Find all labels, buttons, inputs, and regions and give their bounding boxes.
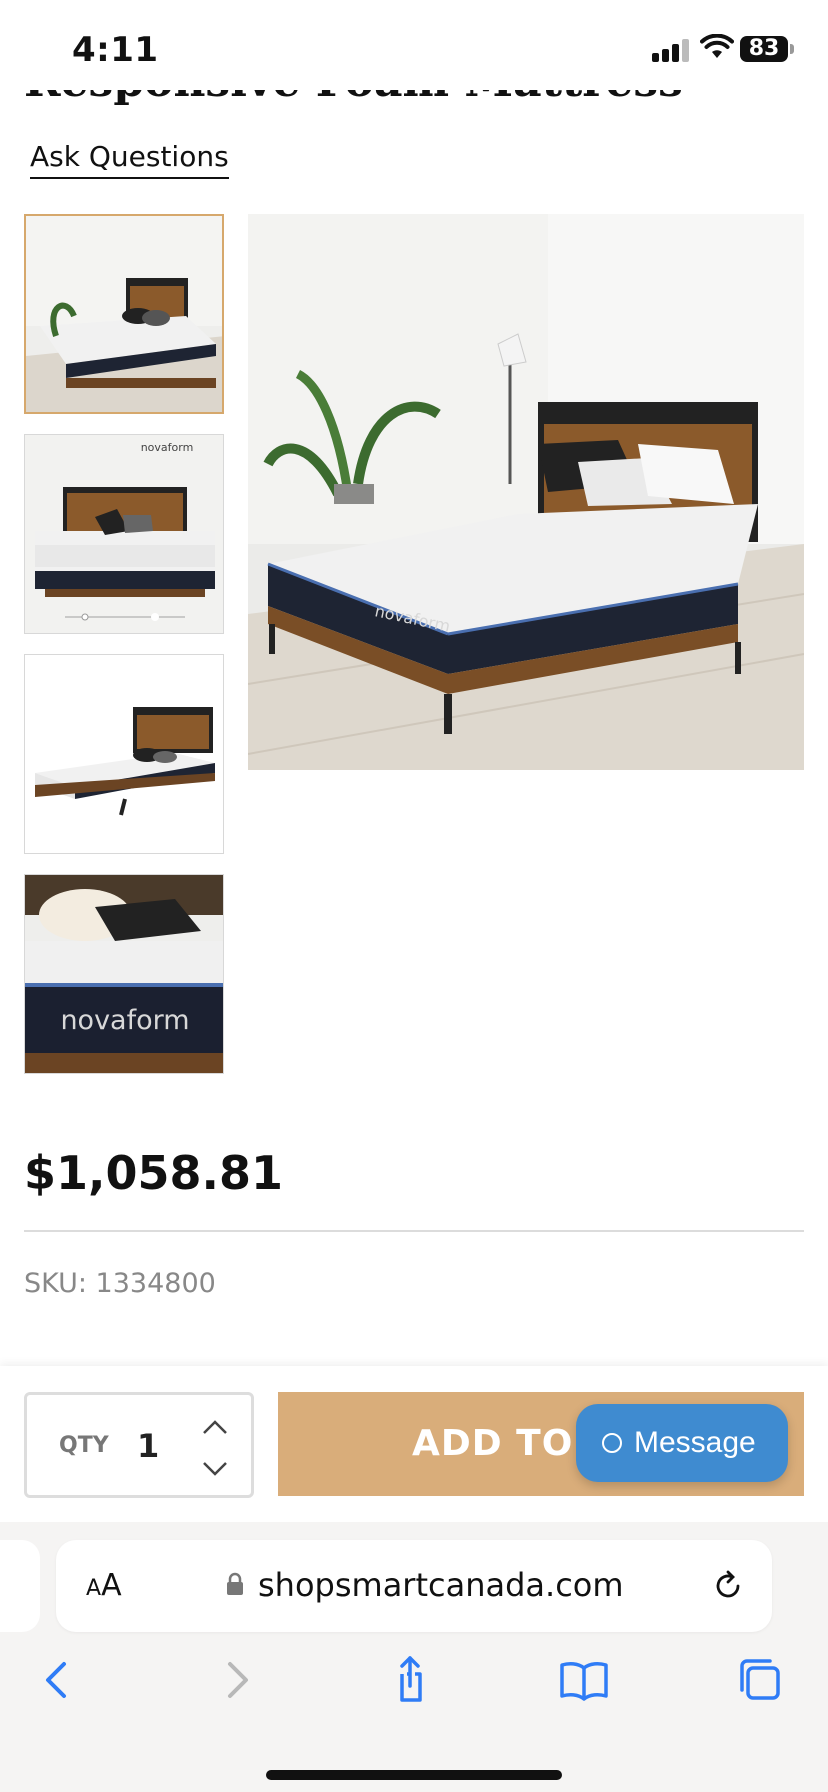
browser-nav-row bbox=[0, 1652, 828, 1732]
chevron-up-icon[interactable] bbox=[201, 1417, 229, 1437]
qty-value[interactable]: 1 bbox=[137, 1427, 159, 1465]
ask-questions-link[interactable]: Ask Questions bbox=[30, 140, 229, 179]
mattress-image-thumbnail bbox=[26, 216, 222, 412]
thumbnail-4[interactable]: novaform bbox=[24, 874, 224, 1074]
quantity-stepper[interactable]: QTY 1 bbox=[24, 1392, 254, 1498]
share-icon[interactable] bbox=[382, 1652, 438, 1708]
message-label: Message bbox=[634, 1426, 756, 1459]
tabs-icon[interactable] bbox=[732, 1652, 788, 1708]
message-chat-button[interactable]: Message bbox=[576, 1404, 788, 1482]
mattress-closeup-image-thumbnail: novaform bbox=[25, 875, 223, 1073]
divider bbox=[24, 1230, 804, 1232]
add-to-cart-bar: QTY 1 ADD TO C Message bbox=[0, 1366, 828, 1522]
home-indicator bbox=[266, 1770, 562, 1780]
mattress-front-image-thumbnail: novaform bbox=[25, 435, 223, 633]
thumbnail-1[interactable] bbox=[24, 214, 224, 414]
wifi-icon bbox=[700, 34, 734, 58]
battery-indicator: 83 bbox=[740, 36, 794, 62]
mattress-photo: novaform bbox=[248, 214, 804, 770]
main-product-image[interactable]: novaform bbox=[248, 214, 804, 770]
mattress-side-image-thumbnail bbox=[25, 655, 223, 853]
url-text: shopsmartcanada.com bbox=[258, 1566, 624, 1604]
chat-status-icon bbox=[602, 1433, 622, 1453]
product-sku: SKU: 1334800 bbox=[24, 1268, 216, 1299]
closeup-brand-text: novaform bbox=[60, 1005, 189, 1036]
thumbnail-2[interactable]: novaform bbox=[24, 434, 224, 634]
bookmarks-icon[interactable] bbox=[556, 1652, 612, 1708]
status-time: 4:11 bbox=[72, 30, 159, 70]
forward-icon[interactable] bbox=[208, 1652, 264, 1708]
thumbnail-3[interactable] bbox=[24, 654, 224, 854]
qty-label: QTY bbox=[59, 1433, 109, 1458]
browser-toolbar: AA shopsmartcanada.com bbox=[0, 1522, 828, 1792]
lock-icon bbox=[227, 1572, 243, 1595]
thumbnail-brand-text: novaform bbox=[141, 441, 194, 454]
previous-tab-peek[interactable] bbox=[0, 1540, 40, 1632]
reader-text-size-button[interactable]: AA bbox=[86, 1568, 122, 1603]
status-bar: 4:11 83 bbox=[0, 0, 828, 90]
address-bar[interactable]: AA shopsmartcanada.com bbox=[56, 1540, 772, 1632]
product-price: $1,058.81 bbox=[24, 1146, 283, 1200]
reload-icon[interactable] bbox=[710, 1568, 746, 1604]
back-icon[interactable] bbox=[30, 1652, 86, 1708]
chevron-down-icon[interactable] bbox=[201, 1459, 229, 1479]
cellular-signal-icon bbox=[652, 38, 690, 62]
